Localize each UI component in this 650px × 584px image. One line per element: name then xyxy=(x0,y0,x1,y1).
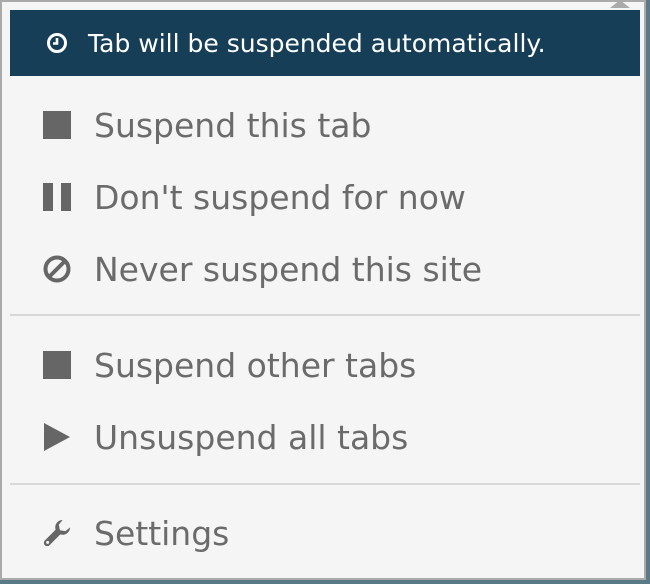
stop-square-icon xyxy=(42,110,72,140)
wrench-icon xyxy=(42,518,72,548)
popup-notch xyxy=(610,0,630,8)
never-suspend-item[interactable]: Never suspend this site xyxy=(10,240,640,298)
status-text: Tab will be suspended automatically. xyxy=(88,28,546,58)
menu-divider xyxy=(10,483,640,485)
ban-icon xyxy=(42,254,72,284)
stop-square-icon xyxy=(42,350,72,380)
dont-suspend-label: Don't suspend for now xyxy=(94,177,466,217)
settings-item[interactable]: Settings xyxy=(10,504,640,562)
status-banner: Tab will be suspended automatically. xyxy=(10,10,640,76)
suspend-popup-menu: Tab will be suspended automatically. Sus… xyxy=(0,0,646,580)
suspend-other-tabs-label: Suspend other tabs xyxy=(94,345,417,385)
clock-icon xyxy=(44,30,70,56)
suspend-other-tabs-item[interactable]: Suspend other tabs xyxy=(10,336,640,394)
menu-divider xyxy=(10,314,640,316)
suspend-this-tab-item[interactable]: Suspend this tab xyxy=(10,96,640,154)
never-suspend-label: Never suspend this site xyxy=(94,249,483,289)
dont-suspend-item[interactable]: Don't suspend for now xyxy=(10,168,640,226)
play-icon xyxy=(42,422,72,452)
suspend-this-tab-label: Suspend this tab xyxy=(94,105,372,145)
unsuspend-all-item[interactable]: Unsuspend all tabs xyxy=(10,408,640,466)
settings-label: Settings xyxy=(94,513,230,553)
pause-icon xyxy=(42,182,72,212)
unsuspend-all-label: Unsuspend all tabs xyxy=(94,417,409,457)
